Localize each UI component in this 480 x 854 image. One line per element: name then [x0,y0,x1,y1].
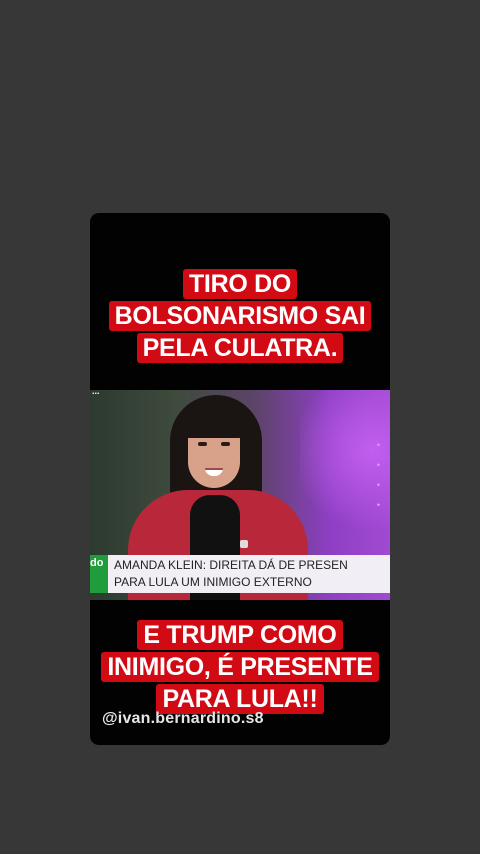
bottom-caption: E TRUMP COMO INIMIGO, É PRESENTE PARA LU… [90,619,390,715]
top-caption-line: TIRO DO [182,269,298,299]
headline-line: AMANDA KLEIN: DIREITA DÁ DE PRESEN [114,558,348,572]
screen: { "top_caption": {"lines": ["TIRO DO", "… [0,0,480,854]
news-lower-third: do AMANDA KLEIN: DIREITA DÁ DE PRESEN PA… [90,555,390,593]
top-caption: TIRO DO BOLSONARISMO SAI PELA CULATRA. [90,268,390,364]
lapel-mic [240,540,248,548]
channel-logo: ... [92,390,100,396]
lower-third-tag-text: do [90,557,104,569]
presenter-eye [198,442,207,446]
bottom-caption-line: E TRUMP COMO [137,620,343,650]
bottom-caption-line: INIMIGO, É PRESENTE [101,652,379,682]
top-caption-line: PELA CULATRA. [136,333,344,363]
watermark-handle: @ivan.bernardino.s8 [102,710,264,727]
headline-line: PARA LULA UM INIMIGO EXTERNO [114,575,312,589]
lower-third-headline: AMANDA KLEIN: DIREITA DÁ DE PRESEN PARA … [114,557,348,591]
news-video-frame[interactable]: • • • • ... do AMANDA KLEIN: DIREITA DÁ DE … [90,390,390,600]
top-caption-line: BOLSONARISMO SAI [108,301,372,331]
studio-dots: • • • • [376,440,386,510]
presenter-eye [221,442,230,446]
video-card[interactable]: TIRO DO BOLSONARISMO SAI PELA CULATRA. •… [90,213,390,745]
lower-third-tag: do [90,555,108,593]
